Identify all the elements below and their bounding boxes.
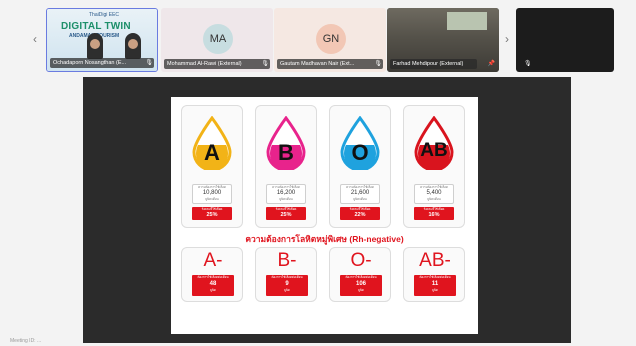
blood-type-card: AB ความต้องการใช้เลือด 5,400 ยูนิต/เดือน… <box>403 105 465 228</box>
percent-box: ร้อยละที่ใช้เลือด 25% <box>192 207 232 220</box>
participant-strip: ‹ ThaiDigi EEC DIGITAL TWIN ANDAMAN TOUR… <box>0 0 636 78</box>
poster-logo: ThaiDigi EEC <box>89 12 120 18</box>
demand-box: ความต้องการใช้เลือด 21,600 ยูนิต/เดือน <box>340 184 380 204</box>
demand-unit: ยูนิต/เดือน <box>279 197 293 201</box>
rh-negative-title: ความต้องการโลหิตหมู่พิเศษ (Rh-negative) <box>245 234 404 244</box>
demand-unit: ยูนิต/เดือน <box>205 197 219 201</box>
rh-type-letter: A- <box>203 250 223 271</box>
room-window <box>447 12 487 30</box>
rh-demand-box: ต้องการใช้เลือดต่อเดือน 11 ยูนิต <box>414 275 456 296</box>
blood-type-card: B ความต้องการใช้เลือด 16,200 ยูนิต/เดือน… <box>255 105 317 228</box>
percent-value: 25% <box>206 212 218 218</box>
participant-name: Ochadaporn Nosangthan (E... <box>50 58 154 68</box>
chevron-left-icon[interactable]: ‹ <box>28 30 42 48</box>
rh-demand-box: ต้องการใช้เลือดต่อเดือน 106 ยูนิต <box>340 275 382 296</box>
demand-value: 21,600 <box>350 190 370 196</box>
participant-name: Farhad Mehdipour (External) <box>390 59 477 69</box>
rh-value: 106 <box>355 281 366 287</box>
blood-drop-icon <box>192 116 232 170</box>
blood-type-card: A ความต้องการใช้เลือด 10,800 ยูนิต/เดือน… <box>181 105 243 228</box>
meeting-footer: Meeting ID: ... <box>10 338 42 344</box>
rh-type-letter: B- <box>277 250 297 271</box>
microphone-off-icon: 🎙 <box>524 61 532 67</box>
blood-drop-icon <box>266 116 306 170</box>
rh-unit: ยูนิต <box>432 288 438 292</box>
demand-unit: ยูนิต/เดือน <box>427 197 441 201</box>
rh-type-card: B- ต้องการใช้เลือดต่อเดือน 9 ยูนิต <box>255 247 317 302</box>
rh-value: 48 <box>209 281 217 287</box>
blood-drop-icon <box>414 116 454 170</box>
participant-tile[interactable]: ThaiDigi EEC DIGITAL TWIN ANDAMAN TOURIS… <box>46 8 158 72</box>
pin-icon[interactable]: 📌 <box>488 59 495 69</box>
rh-type-letter: O- <box>350 250 372 271</box>
rh-demand-box: ต้องการใช้เลือดต่อเดือน 48 ยูนิต <box>192 275 234 296</box>
blood-drop-icon <box>340 116 380 170</box>
participant-name: Gautam Madhavan Nair (Ext... <box>277 59 383 69</box>
percent-box: ร้อยละที่ใช้เลือด 22% <box>340 207 380 220</box>
blood-type-card: O ความต้องการใช้เลือด 21,600 ยูนิต/เดือน… <box>329 105 391 228</box>
participant-tile[interactable]: GN Gautam Madhavan Nair (Ext... 🎙 <box>274 8 386 72</box>
rh-value: 9 <box>285 281 289 287</box>
avatar: MA <box>203 24 233 54</box>
demand-value: 5,400 <box>426 190 442 196</box>
shared-screen: A ความต้องการใช้เลือด 10,800 ยูนิต/เดือน… <box>83 77 571 343</box>
participant-tile[interactable]: Farhad Mehdipour (External) 📌 <box>387 8 499 72</box>
participant-tile[interactable]: MA Mohammad Al-Rawi (External) 🎙 <box>161 8 273 72</box>
demand-box: ความต้องการใช้เลือด 5,400 ยูนิต/เดือน <box>414 184 454 204</box>
rh-unit: ยูนิต <box>358 288 364 292</box>
rh-unit: ยูนิต <box>210 288 216 292</box>
percent-box: ร้อยละที่ใช้เลือด 16% <box>414 207 454 220</box>
person-head <box>90 39 100 49</box>
participant-name: Mohammad Al-Rawi (External) <box>164 59 270 69</box>
microphone-off-icon: 🎙 <box>261 61 269 67</box>
demand-value: 16,200 <box>276 190 296 196</box>
participant-tile[interactable]: 🎙 <box>516 8 614 72</box>
poster-title: DIGITAL TWIN <box>61 21 131 32</box>
person-head <box>128 39 138 49</box>
microphone-off-icon: 🎙 <box>374 61 382 67</box>
demand-box: ความต้องการใช้เลือด 16,200 ยูนิต/เดือน <box>266 184 306 204</box>
rh-unit: ยูนิต <box>284 288 290 292</box>
chevron-right-icon[interactable]: › <box>500 30 514 48</box>
rh-value: 11 <box>431 281 439 287</box>
demand-unit: ยูนิต/เดือน <box>353 197 367 201</box>
avatar: GN <box>316 24 346 54</box>
demand-value: 10,800 <box>202 190 222 196</box>
percent-value: 25% <box>280 212 292 218</box>
rh-type-card: AB- ต้องการใช้เลือดต่อเดือน 11 ยูนิต <box>403 247 465 302</box>
rh-type-letter: AB- <box>419 250 451 271</box>
rh-type-card: O- ต้องการใช้เลือดต่อเดือน 106 ยูนิต <box>329 247 391 302</box>
rh-type-card: A- ต้องการใช้เลือดต่อเดือน 48 ยูนิต <box>181 247 243 302</box>
percent-value: 16% <box>428 212 440 218</box>
percent-value: 22% <box>354 212 366 218</box>
percent-box: ร้อยละที่ใช้เลือด 25% <box>266 207 306 220</box>
presentation-slide: A ความต้องการใช้เลือด 10,800 ยูนิต/เดือน… <box>171 97 478 334</box>
meeting-window: ‹ ThaiDigi EEC DIGITAL TWIN ANDAMAN TOUR… <box>0 0 636 346</box>
microphone-off-icon: 🎙 <box>145 60 153 66</box>
demand-box: ความต้องการใช้เลือด 10,800 ยูนิต/เดือน <box>192 184 232 204</box>
rh-demand-box: ต้องการใช้เลือดต่อเดือน 9 ยูนิต <box>266 275 308 296</box>
